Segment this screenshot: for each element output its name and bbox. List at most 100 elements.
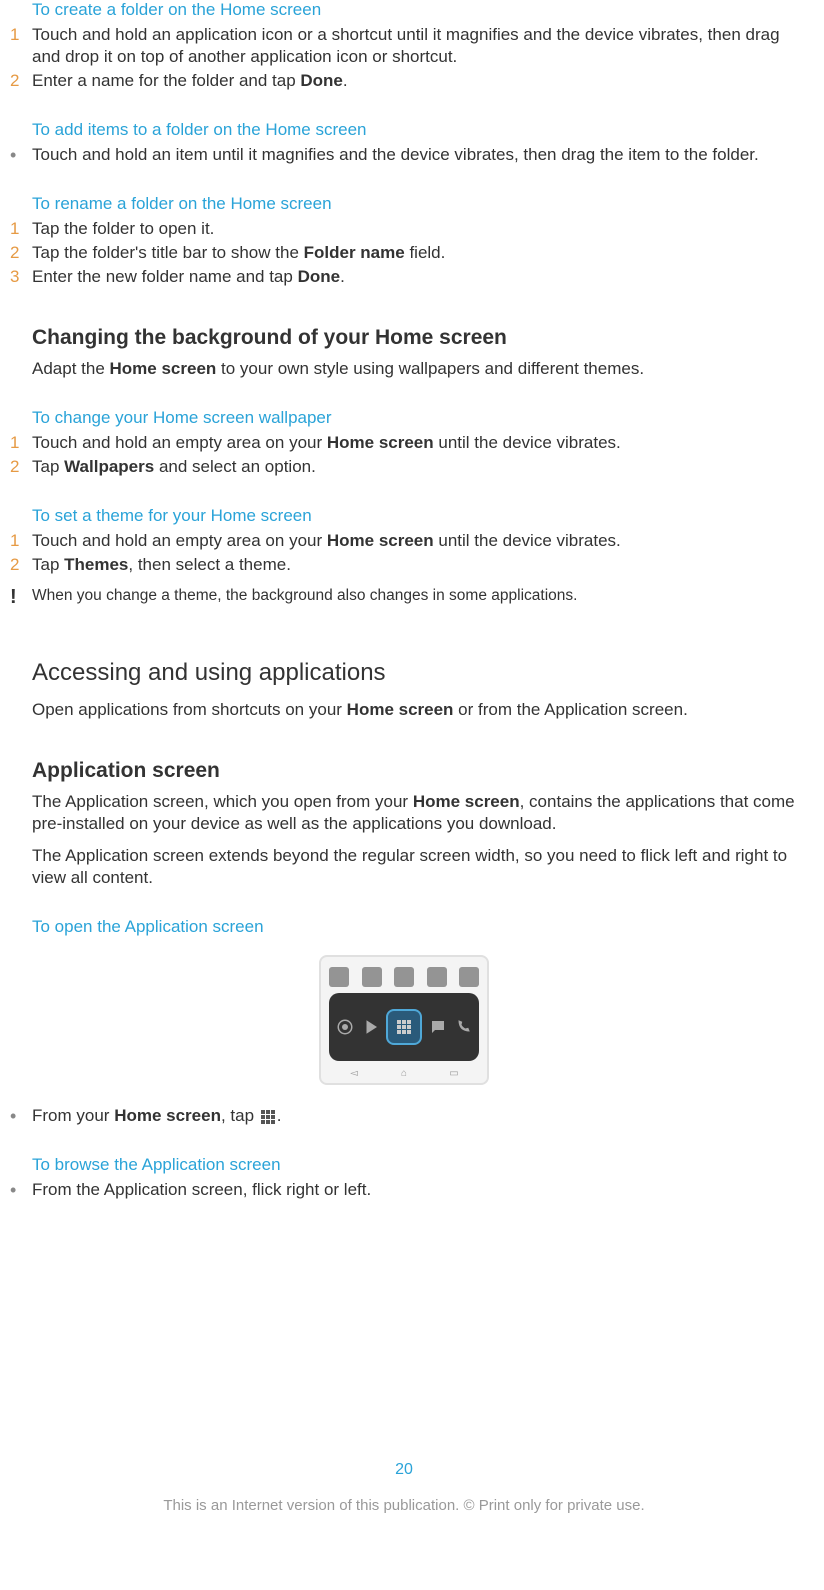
step-text: Enter the new folder name and tap Done. (32, 266, 808, 288)
heading-open-app-screen: To open the Application screen (32, 917, 808, 937)
apps-grid-button (386, 1009, 422, 1045)
text: Enter a name for the folder and tap (32, 71, 300, 90)
chrome-icon (335, 1017, 355, 1037)
step: 1 Tap the folder to open it. (0, 218, 808, 240)
bullet-text: From your Home screen, tap . (32, 1105, 808, 1127)
step-text: Touch and hold an empty area on your Hom… (32, 432, 808, 454)
step: 1 Touch and hold an empty area on your H… (0, 432, 808, 454)
step: 1 Touch and hold an application icon or … (0, 24, 808, 68)
text: The Application screen, which you open f… (32, 792, 413, 811)
phone-icon (453, 1017, 473, 1037)
bullet-row: • Touch and hold an item until it magnif… (0, 144, 808, 166)
bullet-row: • From your Home screen, tap . (0, 1105, 808, 1127)
bold-text: Home screen (114, 1106, 221, 1125)
note-text: When you change a theme, the background … (32, 586, 808, 609)
text: Touch and hold an empty area on your (32, 531, 327, 550)
bullet-row: • From the Application screen, flick rig… (0, 1179, 808, 1201)
step-text: Tap the folder to open it. (32, 218, 808, 240)
text: Open applications from shortcuts on your (32, 700, 347, 719)
grid-icon (397, 1020, 411, 1034)
step-number: 1 (0, 530, 32, 552)
bullet-text: From the Application screen, flick right… (32, 1179, 808, 1201)
step: 3 Enter the new folder name and tap Done… (0, 266, 808, 288)
text: Tap (32, 555, 64, 574)
bullet-icon: • (0, 1105, 32, 1127)
step-text: Touch and hold an application icon or a … (32, 24, 808, 68)
note-icon: ! (0, 586, 32, 609)
app-icon (427, 967, 447, 987)
text: , then select a theme. (128, 555, 291, 574)
step-number: 1 (0, 24, 32, 68)
step-text: Tap Themes, then select a theme. (32, 554, 808, 576)
step: 2 Tap the folder's title bar to show the… (0, 242, 808, 264)
text: field. (405, 243, 446, 262)
heading-set-theme: To set a theme for your Home screen (32, 506, 808, 526)
step: 2 Tap Themes, then select a theme. (0, 554, 808, 576)
bold-text: Done (298, 267, 341, 286)
step-number: 3 (0, 266, 32, 288)
phone-mockup: ◅ ⌂ ▭ (319, 955, 489, 1085)
recent-icon: ▭ (446, 1067, 462, 1079)
text: Touch and hold an empty area on your (32, 433, 327, 452)
step-number: 2 (0, 70, 32, 92)
step: 1 Touch and hold an empty area on your H… (0, 530, 808, 552)
app-icon (329, 967, 349, 987)
heading-browse-app-screen: To browse the Application screen (32, 1155, 808, 1175)
step-text: Tap Wallpapers and select an option. (32, 456, 808, 478)
app-icon (394, 967, 414, 987)
page-number: 20 (0, 1461, 808, 1479)
bold-text: Home screen (413, 792, 520, 811)
phone-dock (329, 993, 479, 1061)
step-number: 2 (0, 456, 32, 478)
text: . (343, 71, 348, 90)
text: until the device vibrates. (434, 433, 621, 452)
step-text: Enter a name for the folder and tap Done… (32, 70, 808, 92)
paragraph: The Application screen, which you open f… (32, 791, 808, 835)
text: , tap (221, 1106, 259, 1125)
step: 2 Enter a name for the folder and tap Do… (0, 70, 808, 92)
heading-app-screen: Application screen (32, 759, 808, 783)
play-store-icon (361, 1017, 381, 1037)
app-icon (459, 967, 479, 987)
note: ! When you change a theme, the backgroun… (0, 586, 808, 609)
step-text: Touch and hold an empty area on your Hom… (32, 530, 808, 552)
bold-text: Home screen (110, 359, 217, 378)
apps-grid-icon (261, 1110, 275, 1124)
heading-rename-folder: To rename a folder on the Home screen (32, 194, 808, 214)
back-icon: ◅ (346, 1067, 362, 1079)
bold-text: Wallpapers (64, 457, 154, 476)
paragraph: Adapt the Home screen to your own style … (32, 358, 808, 380)
text: to your own style using wallpapers and d… (216, 359, 644, 378)
text: From your (32, 1106, 114, 1125)
text: Tap (32, 457, 64, 476)
bold-text: Themes (64, 555, 128, 574)
text: Adapt the (32, 359, 110, 378)
paragraph: The Application screen extends beyond th… (32, 845, 808, 889)
text: until the device vibrates. (434, 531, 621, 550)
text: or from the Application screen. (453, 700, 687, 719)
paragraph: Open applications from shortcuts on your… (32, 699, 808, 721)
phone-top-icons (329, 967, 479, 987)
heading-create-folder: To create a folder on the Home screen (32, 0, 808, 20)
text: Tap the folder's title bar to show the (32, 243, 304, 262)
step: 2 Tap Wallpapers and select an option. (0, 456, 808, 478)
step-number: 1 (0, 218, 32, 240)
step-number: 1 (0, 432, 32, 454)
step-text: Tap the folder's title bar to show the F… (32, 242, 808, 264)
bold-text: Home screen (327, 433, 434, 452)
phone-nav-bar: ◅ ⌂ ▭ (329, 1067, 479, 1079)
step-number: 2 (0, 242, 32, 264)
footer-text: This is an Internet version of this publ… (0, 1497, 808, 1514)
text: Enter the new folder name and tap (32, 267, 298, 286)
step-number: 2 (0, 554, 32, 576)
bullet-icon: • (0, 1179, 32, 1201)
heading-add-items: To add items to a folder on the Home scr… (32, 120, 808, 140)
text: . (277, 1106, 282, 1125)
bold-text: Home screen (327, 531, 434, 550)
heading-accessing-apps: Accessing and using applications (32, 659, 808, 687)
bold-text: Home screen (347, 700, 454, 719)
heading-changing-bg: Changing the background of your Home scr… (32, 326, 808, 350)
bullet-icon: • (0, 144, 32, 166)
bold-text: Done (300, 71, 343, 90)
bullet-text: Touch and hold an item until it magnifie… (32, 144, 808, 166)
